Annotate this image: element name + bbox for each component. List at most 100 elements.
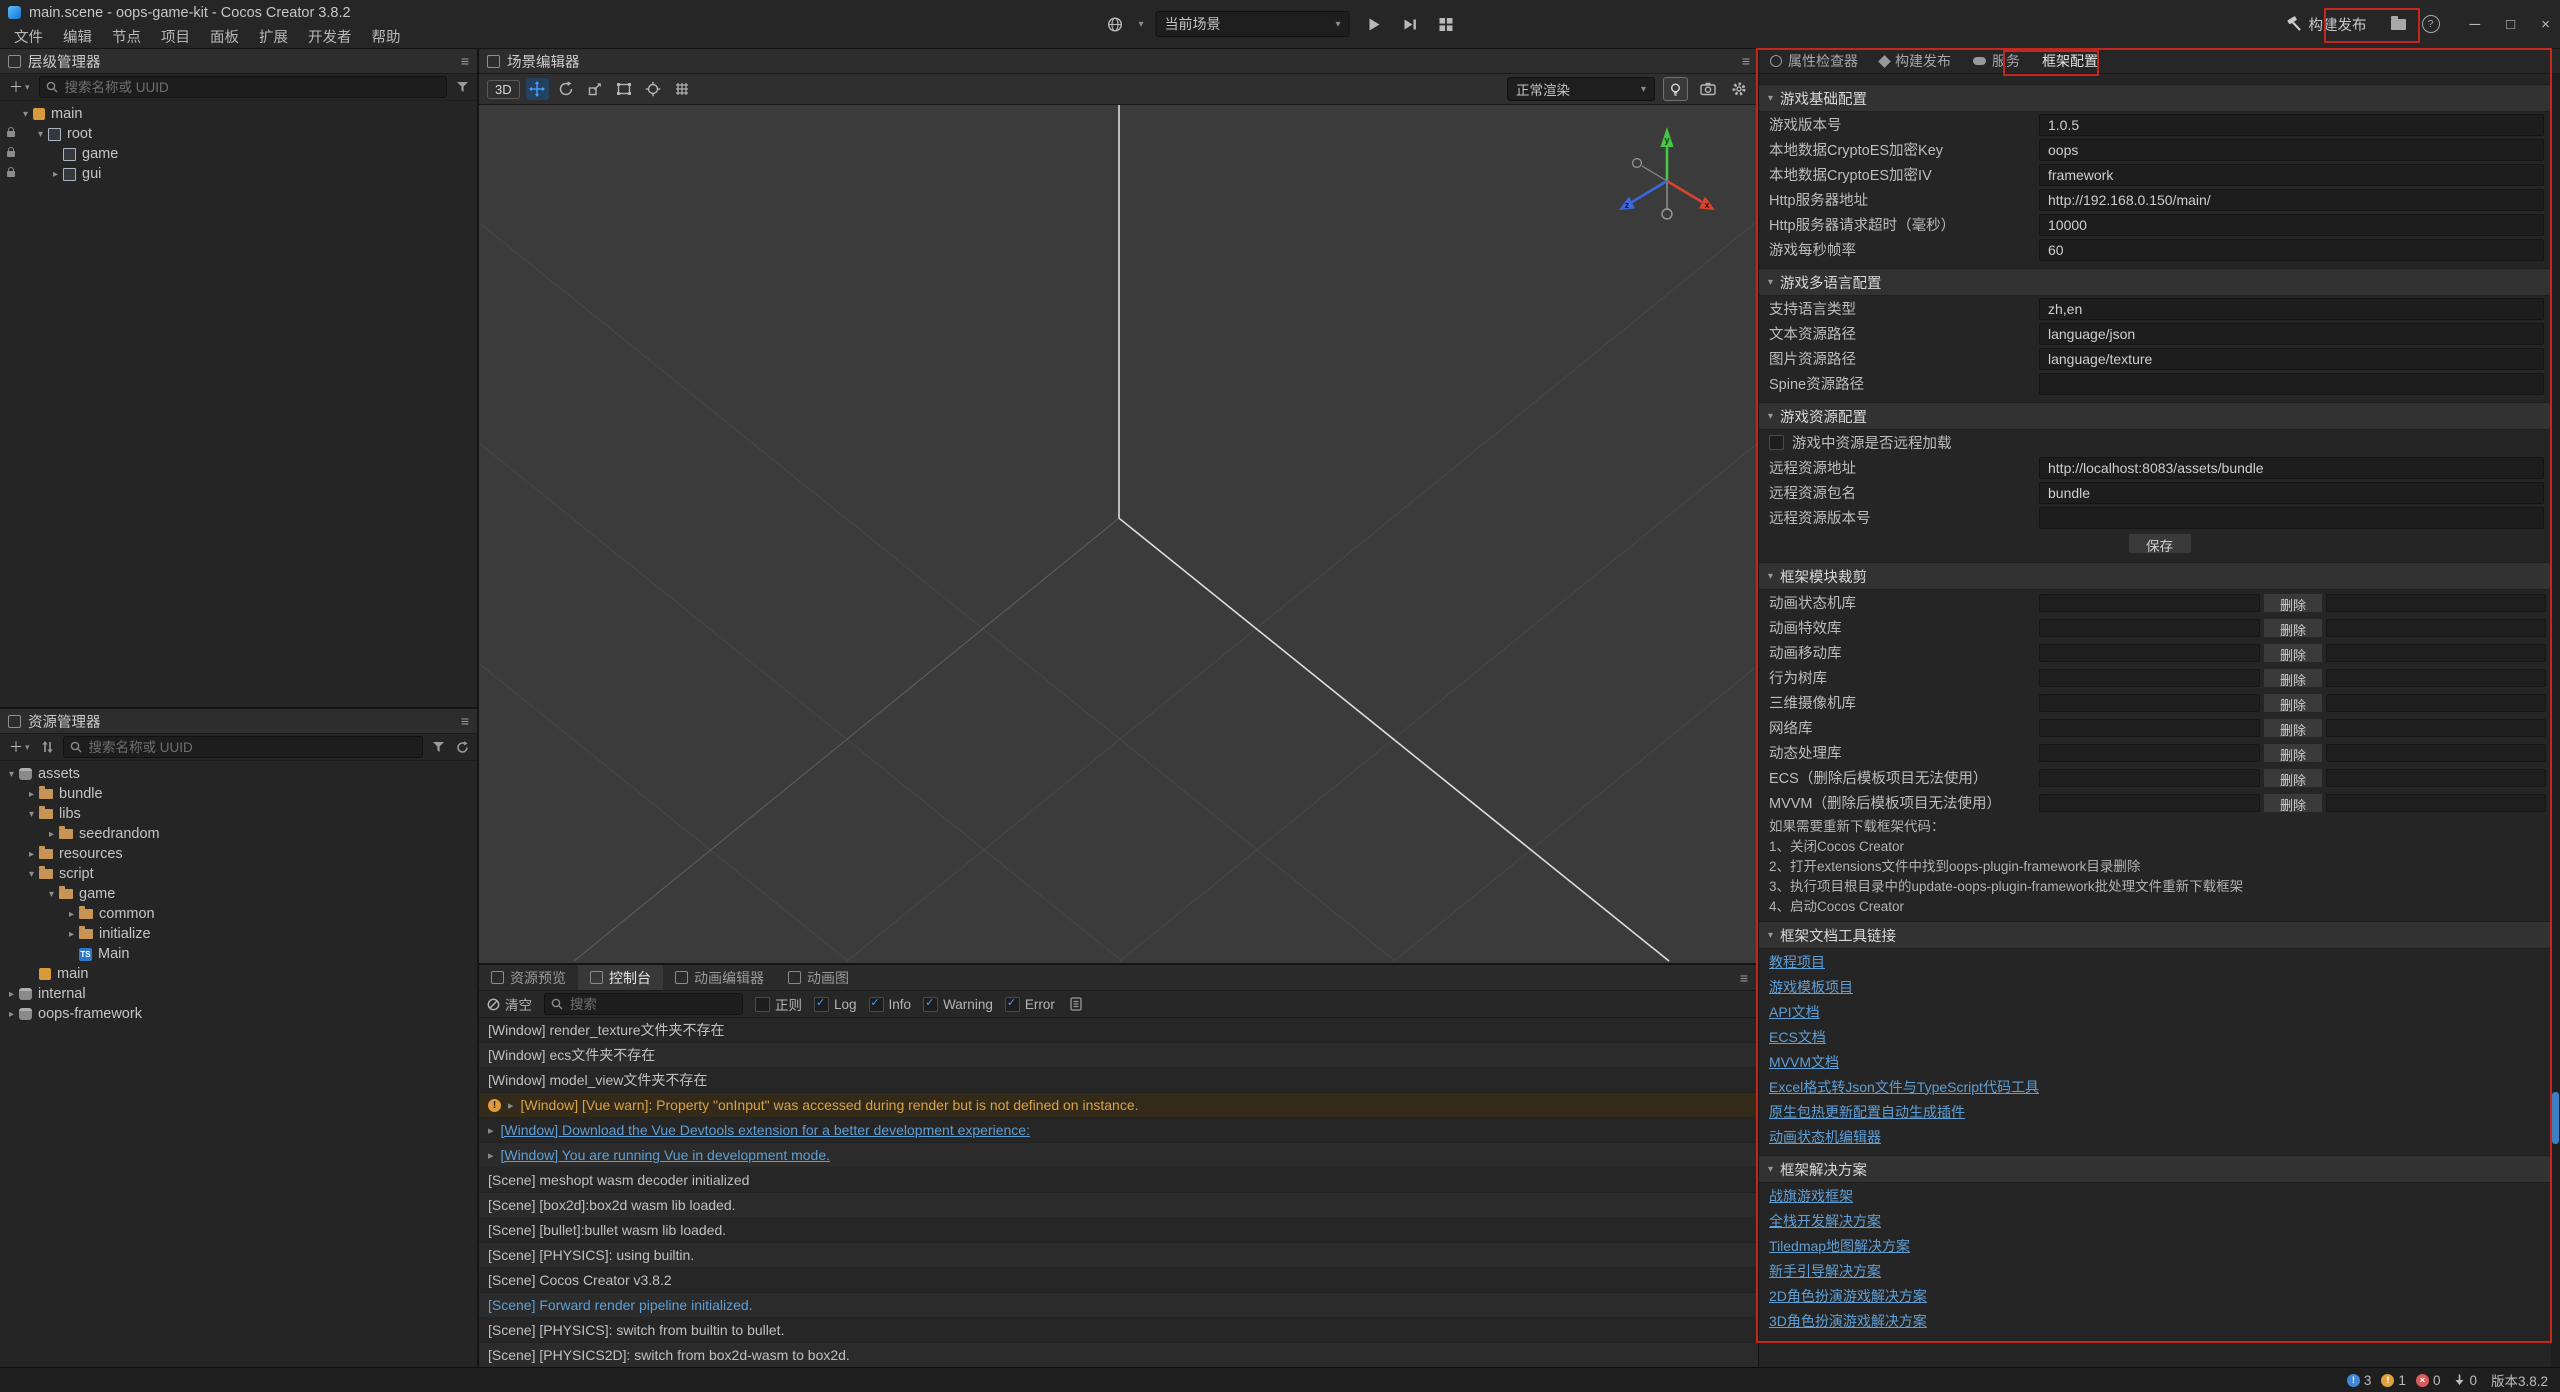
log-row[interactable]: [Scene] Cocos Creator v3.8.2 bbox=[479, 1268, 1758, 1293]
log-row[interactable]: [Scene] [PHYSICS]: switch from builtin t… bbox=[479, 1318, 1758, 1343]
chevron-icon[interactable]: ▸ bbox=[4, 989, 19, 1000]
filter-icon[interactable] bbox=[429, 738, 447, 756]
doc-link[interactable]: 游戏模板项目 bbox=[1769, 977, 1853, 997]
chevron-icon[interactable]: ▸ bbox=[4, 1009, 19, 1020]
inspector-tab-2[interactable]: 服务 bbox=[1962, 49, 2031, 73]
chevron-icon[interactable]: ▸ bbox=[44, 829, 59, 840]
snap-tool-icon[interactable] bbox=[671, 78, 694, 100]
tree-row[interactable]: ▸initialize bbox=[0, 924, 477, 944]
preview-platform-icon[interactable] bbox=[1102, 12, 1126, 36]
chevron-icon[interactable]: ▸ bbox=[64, 909, 79, 920]
anchor-tool-icon[interactable] bbox=[642, 78, 665, 100]
tree-row[interactable]: ▾assets bbox=[0, 764, 477, 784]
console-tab-3[interactable]: 动画图 bbox=[776, 965, 861, 990]
menu-item-0[interactable]: 文件 bbox=[4, 26, 53, 47]
delete-button[interactable]: 删除 bbox=[2263, 768, 2323, 788]
section-header[interactable]: ▾框架模块裁剪 bbox=[1759, 562, 2560, 590]
menu-item-7[interactable]: 帮助 bbox=[362, 26, 411, 47]
hierarchy-search-input[interactable] bbox=[63, 79, 440, 96]
tree-row[interactable]: ▸oops-framework bbox=[0, 1004, 477, 1024]
tree-row[interactable]: ▸common bbox=[0, 904, 477, 924]
field-input[interactable] bbox=[2039, 164, 2544, 186]
console-tab-1[interactable]: 控制台 bbox=[578, 965, 663, 990]
menu-item-3[interactable]: 项目 bbox=[151, 26, 200, 47]
field-input[interactable] bbox=[2039, 457, 2544, 479]
rotate-tool-icon[interactable] bbox=[555, 78, 578, 100]
doc-link[interactable]: Excel格式转Json文件与TypeScript代码工具 bbox=[1769, 1077, 2039, 1097]
tree-row[interactable]: ▸internal bbox=[0, 984, 477, 1004]
checkbox[interactable] bbox=[1769, 435, 1784, 450]
checkbox[interactable] bbox=[755, 997, 770, 1012]
console-search-input[interactable] bbox=[568, 996, 692, 1013]
field-input[interactable] bbox=[2039, 507, 2544, 529]
help-icon[interactable]: ? bbox=[2422, 15, 2440, 33]
log-row[interactable]: ▸[Window] Download the Vue Devtools exte… bbox=[479, 1118, 1758, 1143]
chevron-icon[interactable]: ▾ bbox=[33, 129, 48, 140]
play-button[interactable] bbox=[1362, 12, 1386, 36]
field-input[interactable] bbox=[2039, 189, 2544, 211]
refresh-icon[interactable] bbox=[453, 738, 471, 756]
log-row[interactable]: [Scene] [box2d]:box2d wasm lib loaded. bbox=[479, 1193, 1758, 1218]
tree-row[interactable]: ▾libs bbox=[0, 804, 477, 824]
build-publish-button[interactable]: 构建发布 bbox=[2278, 10, 2375, 39]
delete-button[interactable]: 删除 bbox=[2263, 593, 2323, 613]
filter-1[interactable]: Log bbox=[814, 997, 857, 1012]
toggle-3d-button[interactable]: 3D bbox=[487, 80, 520, 99]
warning-counter[interactable]: !1 bbox=[2381, 1373, 2406, 1388]
hierarchy-searchbox[interactable] bbox=[39, 76, 447, 98]
chevron-icon[interactable]: ▸ bbox=[24, 849, 39, 860]
delete-button[interactable]: 删除 bbox=[2263, 643, 2323, 663]
doc-link[interactable]: 原生包热更新配置自动生成插件 bbox=[1769, 1102, 1965, 1122]
doc-link[interactable]: 新手引导解决方案 bbox=[1769, 1261, 1881, 1281]
filter-4[interactable]: Error bbox=[1005, 997, 1055, 1012]
minimize-button[interactable]: ─ bbox=[2470, 16, 2481, 33]
save-button[interactable]: 保存 bbox=[2128, 533, 2192, 554]
info-counter[interactable]: !3 bbox=[2347, 1373, 2372, 1388]
section-header[interactable]: ▾游戏多语言配置 bbox=[1759, 268, 2560, 296]
export-log-icon[interactable] bbox=[1067, 995, 1085, 1013]
tree-row[interactable]: ▾game bbox=[0, 884, 477, 904]
open-project-folder-icon[interactable] bbox=[2391, 19, 2406, 30]
log-row[interactable]: [Window] model_view文件夹不存在 bbox=[479, 1068, 1758, 1093]
tree-row[interactable]: ▾main bbox=[0, 104, 477, 124]
scale-tool-icon[interactable] bbox=[584, 78, 607, 100]
field-input[interactable] bbox=[2039, 348, 2544, 370]
field-input[interactable] bbox=[2039, 373, 2544, 395]
section-header[interactable]: ▾框架文档工具链接 bbox=[1759, 921, 2560, 949]
chevron-icon[interactable]: ▸ bbox=[48, 169, 63, 180]
tree-row[interactable]: ▸bundle bbox=[0, 784, 477, 804]
console-searchbox[interactable] bbox=[544, 993, 743, 1015]
log-row[interactable]: [Window] render_texture文件夹不存在 bbox=[479, 1018, 1758, 1043]
scrollbar-thumb[interactable] bbox=[2552, 1092, 2559, 1144]
doc-link[interactable]: API文档 bbox=[1769, 1002, 1820, 1022]
log-row[interactable]: ▸[Window] You are running Vue in develop… bbox=[479, 1143, 1758, 1168]
log-row[interactable]: [Window] ecs文件夹不存在 bbox=[479, 1043, 1758, 1068]
field-input[interactable] bbox=[2039, 323, 2544, 345]
filter-0[interactable]: 正则 bbox=[755, 994, 802, 1014]
field-input[interactable] bbox=[2039, 298, 2544, 320]
sort-icon[interactable] bbox=[39, 738, 57, 756]
scene-light-toggle-icon[interactable] bbox=[1663, 77, 1688, 101]
add-asset-button[interactable]: ＋▾ bbox=[6, 737, 33, 757]
section-header[interactable]: ▾框架解决方案 bbox=[1759, 1155, 2560, 1183]
tree-row[interactable]: ▾script bbox=[0, 864, 477, 884]
tree-row[interactable]: ▾root bbox=[0, 124, 477, 144]
log-row[interactable]: [Scene] [bullet]:bullet wasm lib loaded. bbox=[479, 1218, 1758, 1243]
assets-search-input[interactable] bbox=[87, 739, 416, 756]
doc-link[interactable]: ECS文档 bbox=[1769, 1027, 1826, 1047]
field-input[interactable] bbox=[2039, 482, 2544, 504]
checkbox[interactable] bbox=[814, 997, 829, 1012]
axis-gizmo[interactable]: y x z bbox=[1602, 119, 1732, 249]
doc-link[interactable]: 2D角色扮演游戏解决方案 bbox=[1769, 1286, 1927, 1306]
doc-link[interactable]: 全栈开发解决方案 bbox=[1769, 1211, 1881, 1231]
scrollbar[interactable] bbox=[2551, 74, 2560, 1368]
field-input[interactable] bbox=[2039, 239, 2544, 261]
doc-link[interactable]: 教程项目 bbox=[1769, 952, 1825, 972]
doc-link[interactable]: 战旗游戏框架 bbox=[1769, 1186, 1853, 1206]
scene-camera-icon[interactable] bbox=[1696, 78, 1719, 100]
rect-tool-icon[interactable] bbox=[613, 78, 636, 100]
log-row[interactable]: !▸[Window] [Vue warn]: Property "onInput… bbox=[479, 1093, 1758, 1118]
chevron-icon[interactable]: ▸ bbox=[24, 789, 39, 800]
checkbox[interactable] bbox=[923, 997, 938, 1012]
checkbox[interactable] bbox=[1005, 997, 1020, 1012]
